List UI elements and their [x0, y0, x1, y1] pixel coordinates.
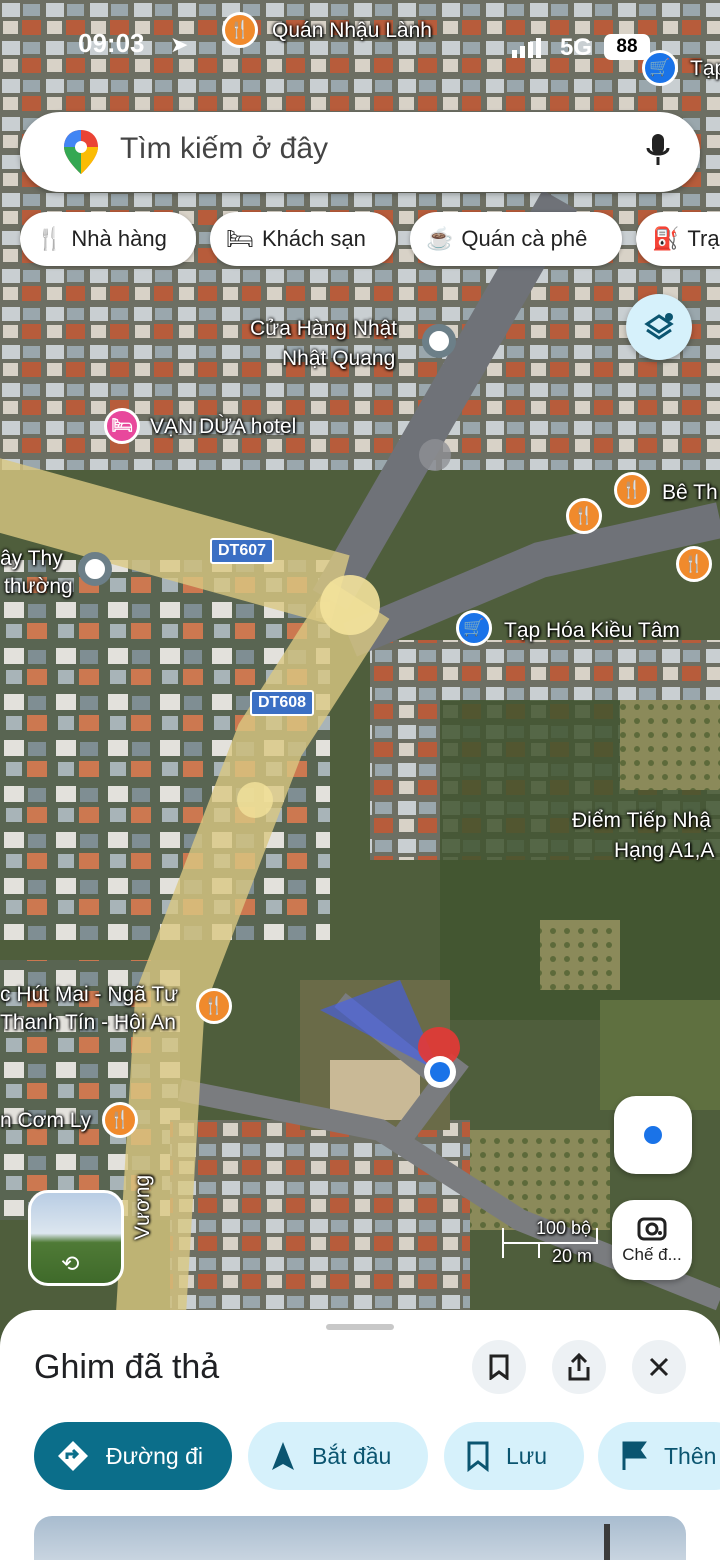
lens-mode-button[interactable]: Chế đ... [612, 1200, 692, 1280]
place-pin-icon[interactable] [422, 324, 456, 358]
chip-restaurants[interactable]: 🍴 Nhà hàng [20, 212, 196, 266]
sheet-title: Ghim đã thả [34, 1348, 220, 1386]
bookmark-icon [489, 1354, 509, 1380]
lens-mode-label: Chế đ... [622, 1245, 682, 1264]
place-label-bethi[interactable]: Bê Th [662, 478, 718, 508]
search-bar[interactable]: Tìm kiếm ở đây [20, 112, 700, 192]
action-label: Đường đi [106, 1442, 203, 1469]
location-arrow-icon: ➤ [170, 32, 189, 57]
signal-icon [512, 38, 541, 58]
place-label-ay-thy-line2[interactable]: thường [4, 572, 73, 602]
restaurant-pin-icon[interactable]: 🍴 [222, 12, 258, 48]
action-label: Thên [664, 1442, 717, 1469]
directions-icon [58, 1441, 88, 1471]
place-label-diem-line2[interactable]: Hạng A1,A [614, 836, 714, 866]
network-type: 5G [560, 34, 593, 61]
microphone-icon[interactable] [646, 134, 670, 168]
scale-bar: 100 bộ 20 m [502, 1218, 598, 1270]
place-photo[interactable] [34, 1516, 686, 1560]
place-label-tap-top[interactable]: Tạp [690, 54, 720, 84]
more-action-button[interactable]: Thên [598, 1422, 720, 1490]
place-label-com-ly[interactable]: n Cơm Ly [0, 1106, 91, 1136]
maps-logo-icon [64, 130, 98, 174]
scale-feet-label: 100 bộ [536, 1218, 592, 1238]
camera-lens-icon [637, 1217, 667, 1241]
satellite-map[interactable]: DT607 DT608 Vương 🍴 Quán Nhậu Lành 🛒 Tạp… [0, 0, 720, 1320]
action-label: Bắt đầu [312, 1442, 392, 1469]
sheet-drag-handle[interactable] [326, 1324, 394, 1330]
status-time: 09:03 [78, 28, 145, 58]
search-input[interactable]: Tìm kiếm ở đây [120, 132, 328, 166]
place-label-diem-line1[interactable]: Điểm Tiếp Nhậ [572, 806, 711, 836]
road-shield-dt608: DT608 [250, 690, 315, 716]
place-label-hut-mai-line2[interactable]: Thanh Tín - Hội An [0, 1008, 176, 1038]
share-icon [568, 1353, 590, 1381]
chip-gas[interactable]: ⛽ Trạ [636, 212, 720, 266]
restaurant-pin-icon[interactable]: 🍴 [102, 1102, 138, 1138]
chip-label: Nhà hàng [71, 226, 167, 251]
place-label-cua-hang-line1[interactable]: Cửa Hàng Nhật [250, 314, 397, 344]
save-action-button[interactable]: Lưu [444, 1422, 584, 1490]
place-label-cua-hang-line2[interactable]: Nhật Quang [282, 344, 395, 374]
restaurant-icon: 🍴 [36, 226, 64, 251]
action-label: Lưu [506, 1442, 547, 1469]
layers-icon [644, 313, 674, 340]
share-button[interactable] [552, 1340, 606, 1394]
layers-button[interactable] [626, 294, 692, 360]
place-label-hut-mai-line1[interactable]: c Hút Mai - Ngã Tư [0, 980, 178, 1010]
gas-station-icon: ⛽ [652, 226, 680, 251]
place-label-tap-hoa[interactable]: Tạp Hóa Kiều Tâm [504, 616, 680, 646]
close-icon [649, 1357, 669, 1377]
battery-icon: 88 [604, 34, 650, 60]
save-button[interactable] [472, 1340, 526, 1394]
road-shield-dt607: DT607 [210, 538, 275, 564]
chip-label: Trạ [687, 226, 720, 251]
chip-label: Khách sạn [261, 226, 366, 251]
directions-button[interactable]: Đường đi [34, 1422, 232, 1490]
scale-meters-label: 20 m [552, 1246, 593, 1266]
restaurant-pin-icon[interactable]: 🍴 [196, 988, 232, 1024]
rotate-360-icon: ⟲ [61, 1251, 80, 1276]
my-location-icon [644, 1126, 662, 1144]
place-pin-icon[interactable] [78, 552, 112, 586]
shop-pin-icon[interactable]: 🛒 [456, 610, 492, 646]
chip-hotels[interactable]: 🛏 Khách sạn [210, 212, 396, 266]
flag-icon [622, 1441, 647, 1470]
start-button[interactable]: Bắt đầu [248, 1422, 428, 1490]
battery-level: 88 [616, 36, 638, 57]
hotel-icon: 🛏 [226, 226, 254, 251]
place-bottom-sheet[interactable]: Ghim đã thả Đường đi Bắt đầu Lưu Thên [0, 1310, 720, 1560]
chip-coffee[interactable]: ☕ Quán cà phê [410, 212, 622, 266]
place-label-ay-thy-line1[interactable]: ây Thy [0, 544, 63, 574]
chip-label: Quán cà phê [461, 226, 588, 251]
restaurant-pin-icon[interactable]: 🍴 [676, 546, 712, 582]
restaurant-pin-icon[interactable]: 🍴 [614, 472, 650, 508]
bookmark-icon [467, 1441, 489, 1472]
street-view-thumbnail[interactable]: ⟲ [28, 1190, 124, 1286]
close-button[interactable] [632, 1340, 686, 1394]
place-label-hotel[interactable]: VẠN DỪA hotel [150, 412, 296, 442]
my-location-button[interactable] [614, 1096, 692, 1174]
navigation-arrow-icon [272, 1442, 294, 1470]
hotel-pin-icon[interactable]: 🛏 [104, 408, 140, 444]
place-label-quan-nhau[interactable]: Quán Nhậu Lành [272, 16, 432, 46]
restaurant-pin-icon[interactable]: 🍴 [566, 498, 602, 534]
coffee-icon: ☕ [426, 226, 454, 251]
road-label-vuong: Vương [131, 1174, 154, 1240]
